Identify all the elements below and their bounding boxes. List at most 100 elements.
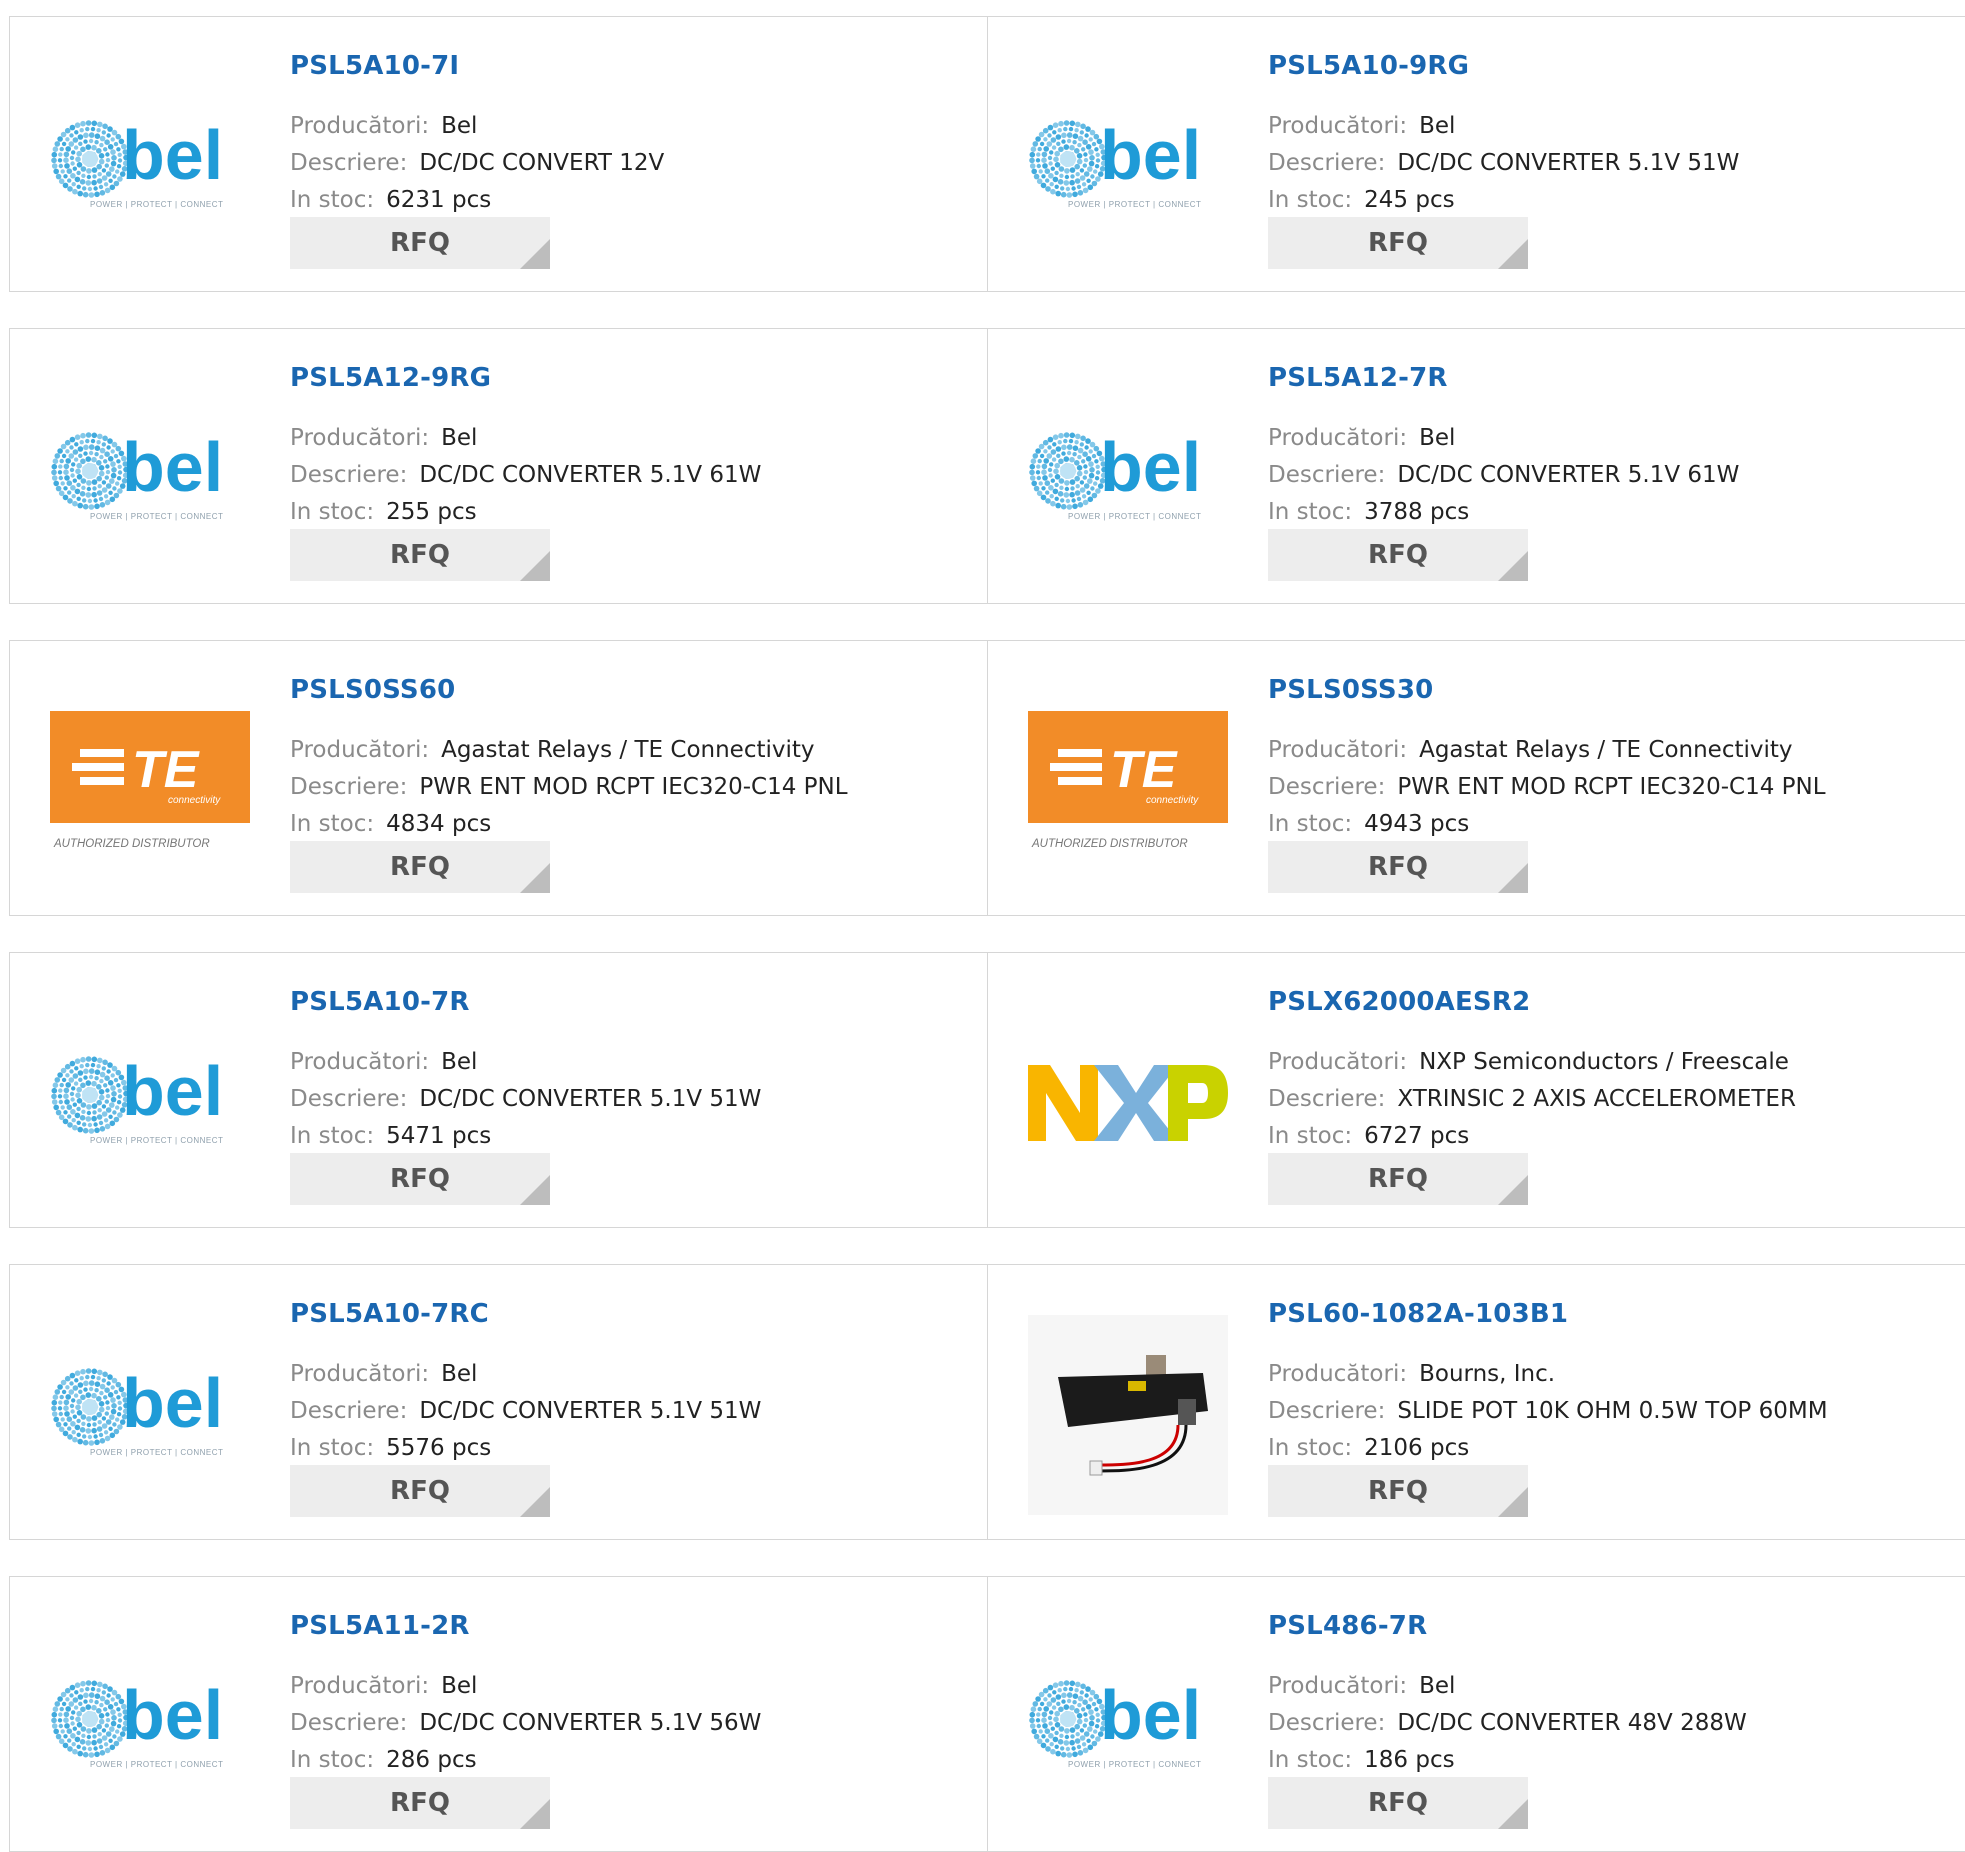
rfq-button[interactable]: RFQ [1268, 1465, 1528, 1517]
part-number-link[interactable]: PSLS0SS30 [1268, 675, 1433, 705]
stock-row: In stoc: 255 pcs [290, 499, 477, 525]
part-number-link[interactable]: PSL5A12-7R [1268, 363, 1448, 393]
manufacturer-row: Producători: Bel [1268, 425, 1455, 451]
rfq-button[interactable]: RFQ [290, 217, 550, 269]
stock-value: 186 pcs [1364, 1747, 1455, 1773]
manufacturer-value: Agastat Relays / TE Connectivity [1419, 737, 1793, 763]
product-card: bel POWER | PROTECT | CONNECT PSL5A11-2R… [9, 1576, 988, 1852]
stock-row: In stoc: 3788 pcs [1268, 499, 1469, 525]
manufacturer-label: Producători: [1268, 113, 1408, 139]
stock-label: In stoc: [290, 1747, 375, 1773]
product-card: bel POWER | PROTECT | CONNECT PSL5A10-9R… [988, 16, 1965, 292]
description-value: DC/DC CONVERTER 5.1V 51W [1397, 150, 1740, 176]
product-card: PSL60-1082A-103B1 Producători: Bourns, In… [988, 1264, 1965, 1540]
stock-label: In stoc: [1268, 187, 1353, 213]
corner-triangle-icon [1498, 239, 1528, 269]
description-value: DC/DC CONVERTER 48V 288W [1397, 1710, 1747, 1736]
corner-triangle-icon [520, 239, 550, 269]
manufacturer-value: Bel [1419, 1673, 1456, 1699]
manufacturer-row: Producători: NXP Semiconductors / Freesca… [1268, 1049, 1789, 1075]
product-card: bel POWER | PROTECT | CONNECT PSL5A10-7R… [9, 1264, 988, 1540]
description-label: Descriere: [290, 774, 408, 800]
stock-value: 4943 pcs [1364, 811, 1470, 837]
bel-tagline: POWER | PROTECT | CONNECT [90, 1760, 223, 1769]
part-number-link[interactable]: PSL5A10-9RG [1268, 51, 1469, 81]
corner-triangle-icon [1498, 1175, 1528, 1205]
bel-wordmark: bel [1100, 117, 1201, 194]
corner-triangle-icon [520, 1487, 550, 1517]
bel-tagline: POWER | PROTECT | CONNECT [1068, 1760, 1201, 1769]
stock-value: 6231 pcs [386, 187, 492, 213]
manufacturer-label: Producători: [1268, 425, 1408, 451]
rfq-label: RFQ [1368, 1164, 1428, 1194]
stock-label: In stoc: [1268, 1747, 1353, 1773]
description-label: Descriere: [1268, 1398, 1386, 1424]
rfq-label: RFQ [1368, 228, 1428, 258]
description-label: Descriere: [290, 1398, 408, 1424]
manufacturer-label: Producători: [290, 1049, 430, 1075]
rfq-button[interactable]: RFQ [1268, 841, 1528, 893]
bel-wordmark: bel [1100, 1677, 1201, 1754]
stock-label: In stoc: [290, 499, 375, 525]
stock-value: 286 pcs [386, 1747, 477, 1773]
rfq-button[interactable]: RFQ [1268, 529, 1528, 581]
part-number-link[interactable]: PSLS0SS60 [290, 675, 455, 705]
bel-tagline: POWER | PROTECT | CONNECT [1068, 512, 1201, 521]
manufacturer-row: Producători: Agastat Relays / TE Connecti… [1268, 737, 1793, 763]
manufacturer-logo: bel POWER | PROTECT | CONNECT [50, 429, 250, 529]
manufacturer-label: Producători: [1268, 1049, 1408, 1075]
manufacturer-value: Bel [441, 1673, 478, 1699]
bel-swirl-icon [51, 432, 129, 510]
rfq-label: RFQ [390, 1164, 450, 1194]
manufacturer-row: Producători: Agastat Relays / TE Connecti… [290, 737, 815, 763]
corner-triangle-icon [520, 1175, 550, 1205]
description-label: Descriere: [1268, 1710, 1386, 1736]
part-number-link[interactable]: PSL486-7R [1268, 1611, 1427, 1641]
rfq-label: RFQ [1368, 540, 1428, 570]
stock-label: In stoc: [1268, 1435, 1353, 1461]
stock-label: In stoc: [1268, 499, 1353, 525]
part-number-link[interactable]: PSL5A10-7RC [290, 1299, 489, 1329]
te-wordmark: TE [1110, 741, 1178, 799]
stock-row: In stoc: 186 pcs [1268, 1747, 1455, 1773]
part-number-link[interactable]: PSL5A10-7I [290, 51, 459, 81]
manufacturer-row: Producători: Bel [290, 113, 477, 139]
description-row: Descriere: DC/DC CONVERTER 5.1V 51W [290, 1398, 761, 1424]
rfq-button[interactable]: RFQ [290, 529, 550, 581]
manufacturer-label: Producători: [290, 1673, 430, 1699]
description-row: Descriere: SLIDE POT 10K OHM 0.5W TOP 60M… [1268, 1398, 1828, 1424]
stock-row: In stoc: 286 pcs [290, 1747, 477, 1773]
description-value: DC/DC CONVERT 12V [419, 150, 665, 176]
part-number-link[interactable]: PSLX62000AESR2 [1268, 987, 1530, 1017]
corner-triangle-icon [520, 551, 550, 581]
description-value: XTRINSIC 2 AXIS ACCELEROMETER [1397, 1086, 1796, 1112]
manufacturer-logo: bel POWER | PROTECT | CONNECT [1028, 1677, 1228, 1777]
product-card: bel POWER | PROTECT | CONNECT PSL5A10-7I… [9, 16, 988, 292]
manufacturer-label: Producători: [290, 1361, 430, 1387]
rfq-button[interactable]: RFQ [290, 1153, 550, 1205]
manufacturer-label: Producători: [290, 113, 430, 139]
rfq-button[interactable]: RFQ [290, 1777, 550, 1829]
part-number-link[interactable]: PSL5A11-2R [290, 1611, 470, 1641]
product-card: NXP PSLX62000AESR2 Producători: NXP Semic… [988, 952, 1965, 1228]
stock-label: In stoc: [290, 1123, 375, 1149]
description-row: Descriere: DC/DC CONVERT 12V [290, 150, 664, 176]
manufacturer-value: Bel [441, 113, 478, 139]
part-number-link[interactable]: PSL5A10-7R [290, 987, 470, 1017]
part-number-link[interactable]: PSL60-1082A-103B1 [1268, 1299, 1568, 1329]
rfq-button[interactable]: RFQ [290, 1465, 550, 1517]
rfq-button[interactable]: RFQ [1268, 217, 1528, 269]
manufacturer-value: Bel [441, 1049, 478, 1075]
manufacturer-logo: bel POWER | PROTECT | CONNECT [50, 1053, 250, 1153]
rfq-label: RFQ [390, 1476, 450, 1506]
bel-wordmark: bel [122, 1365, 223, 1442]
stock-label: In stoc: [1268, 811, 1353, 837]
rfq-button[interactable]: RFQ [1268, 1777, 1528, 1829]
rfq-button[interactable]: RFQ [290, 841, 550, 893]
description-row: Descriere: PWR ENT MOD RCPT IEC320-C14 PN… [290, 774, 848, 800]
bel-tagline: POWER | PROTECT | CONNECT [90, 1448, 223, 1457]
part-number-link[interactable]: PSL5A12-9RG [290, 363, 491, 393]
nxp-logo: NXP [1028, 1065, 1228, 1141]
rfq-button[interactable]: RFQ [1268, 1153, 1528, 1205]
corner-triangle-icon [520, 1799, 550, 1829]
